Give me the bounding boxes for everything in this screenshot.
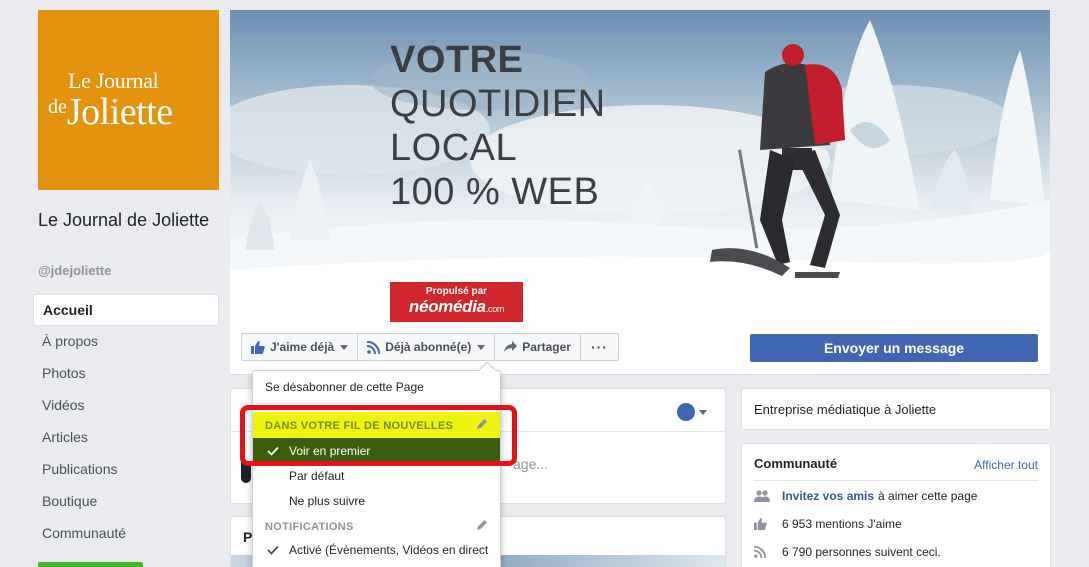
- likes-count-row: 6 953 mentions J'aime: [754, 517, 902, 531]
- pencil-icon[interactable]: [477, 519, 488, 533]
- badge-propulse: Propulsé par: [425, 286, 488, 297]
- nav-item-articles[interactable]: Articles: [33, 422, 219, 454]
- page-logo[interactable]: Le Journal deJoliette: [38, 10, 219, 190]
- invite-friends-text: à aimer cette page: [878, 489, 978, 503]
- follow-button[interactable]: Déjà abonné(e): [358, 334, 496, 360]
- like-button[interactable]: J'aime déjà: [242, 334, 359, 360]
- menu-item-default[interactable]: Par défaut: [253, 464, 500, 488]
- audience-selector[interactable]: [677, 403, 707, 421]
- about-card: Entreprise médiatique à Joliette: [741, 388, 1051, 430]
- page-handle[interactable]: @jdejoliette: [38, 263, 111, 278]
- share-button-label: Partager: [522, 340, 571, 354]
- notifications-section-label: NOTIFICATIONS: [265, 521, 354, 533]
- chevron-down-icon: [477, 344, 486, 350]
- chevron-down-icon: [699, 409, 707, 415]
- pencil-icon[interactable]: [477, 418, 488, 432]
- share-arrow-icon: [504, 341, 518, 353]
- community-card: Communauté Afficher tout Invitez vos ami…: [741, 443, 1051, 567]
- thumbs-up-icon: [251, 340, 265, 354]
- like-button-label: J'aime déjà: [270, 340, 335, 354]
- cover-line2: QUOTIDIEN: [390, 83, 606, 125]
- nav-item-boutique[interactable]: Boutique: [33, 486, 219, 518]
- post-input-placeholder[interactable]: age...: [513, 456, 548, 472]
- follows-count-row: 6 790 personnes suivent ceci.: [754, 545, 941, 559]
- follow-dropdown-menu: Se désabonner de cette Page DANS VOTRE F…: [252, 361, 501, 567]
- neomedia-badge: Propulsé par néomédia.com: [390, 282, 523, 322]
- people-icon: [754, 490, 770, 502]
- create-page-button[interactable]: [38, 562, 143, 567]
- logo-de: de: [48, 96, 67, 118]
- menu-item-notifications-active[interactable]: Activé (Évènements, Vidéos en direct: [253, 538, 500, 562]
- feed-section-label: DANS VOTRE FIL DE NOUVELLES: [265, 420, 454, 432]
- menu-item-unsubscribe[interactable]: Se désabonner de cette Page: [253, 375, 500, 399]
- menu-item-notifications-label: Activé (Évènements, Vidéos en direct: [289, 543, 489, 557]
- thumbs-up-icon: [754, 518, 770, 530]
- nav-item-communaute[interactable]: Communauté: [33, 518, 219, 550]
- rss-icon: [754, 546, 770, 558]
- avatar: [241, 461, 251, 483]
- send-message-button[interactable]: Envoyer un message: [750, 334, 1038, 362]
- share-button[interactable]: Partager: [495, 334, 581, 360]
- cover-line3: LOCAL: [390, 127, 518, 169]
- page-nav: Accueil À propos Photos Vidéos Articles …: [33, 294, 219, 550]
- nav-item-videos[interactable]: Vidéos: [33, 390, 219, 422]
- cover-slogan: VOTRE QUOTIDIEN LOCAL 100 % WEB: [390, 38, 606, 214]
- badge-brand-name: néomédia: [408, 297, 486, 316]
- follow-button-label: Déjà abonné(e): [385, 340, 472, 354]
- logo-line2: deJoliette: [48, 90, 173, 134]
- check-icon: [267, 538, 279, 567]
- page-name[interactable]: Le Journal de Joliette: [38, 206, 218, 234]
- nav-item-a-propos[interactable]: À propos: [33, 326, 219, 358]
- more-options-button[interactable]: ···: [581, 334, 618, 360]
- action-button-group: J'aime déjà Déjà abonné(e) Partager ···: [241, 333, 619, 361]
- cover-photo[interactable]: VOTRE QUOTIDIEN LOCAL 100 % WEB Propulsé…: [230, 10, 1050, 322]
- invite-friends-row: Invitez vos amis à aimer cette page: [754, 489, 977, 503]
- follows-count: 6 790 personnes suivent ceci.: [782, 545, 941, 559]
- community-title: Communauté: [754, 456, 838, 471]
- menu-item-unfollow[interactable]: Ne plus suivre: [253, 489, 500, 513]
- nav-item-publications[interactable]: Publications: [33, 454, 219, 486]
- cover-scene-image: [230, 20, 1050, 322]
- logo-joliette: Joliette: [66, 91, 173, 133]
- rss-icon: [367, 340, 381, 354]
- cover-line1: VOTRE: [390, 39, 524, 81]
- nav-item-photos[interactable]: Photos: [33, 358, 219, 390]
- page-avatar-icon: [677, 403, 695, 421]
- cover-line4: 100 % WEB: [390, 171, 600, 213]
- feed-section-header: DANS VOTRE FIL DE NOUVELLES: [265, 418, 488, 432]
- menu-item-see-first[interactable]: Voir en premier: [253, 439, 500, 463]
- see-all-link[interactable]: Afficher tout: [974, 458, 1038, 472]
- menu-item-see-first-label: Voir en premier: [289, 444, 371, 458]
- divider: [754, 480, 1038, 481]
- nav-item-accueil[interactable]: Accueil: [33, 294, 219, 326]
- notifications-section-header: NOTIFICATIONS: [265, 519, 488, 533]
- page-category[interactable]: Entreprise médiatique à Joliette: [754, 402, 936, 417]
- chevron-down-icon: [340, 344, 349, 350]
- likes-count: 6 953 mentions J'aime: [782, 517, 902, 531]
- badge-brand-suffix: .com: [485, 304, 505, 314]
- badge-brand: néomédia.com: [390, 297, 523, 317]
- page-action-bar: J'aime déjà Déjà abonné(e) Partager ··· …: [230, 322, 1050, 375]
- invite-friends-link[interactable]: Invitez vos amis: [782, 489, 874, 503]
